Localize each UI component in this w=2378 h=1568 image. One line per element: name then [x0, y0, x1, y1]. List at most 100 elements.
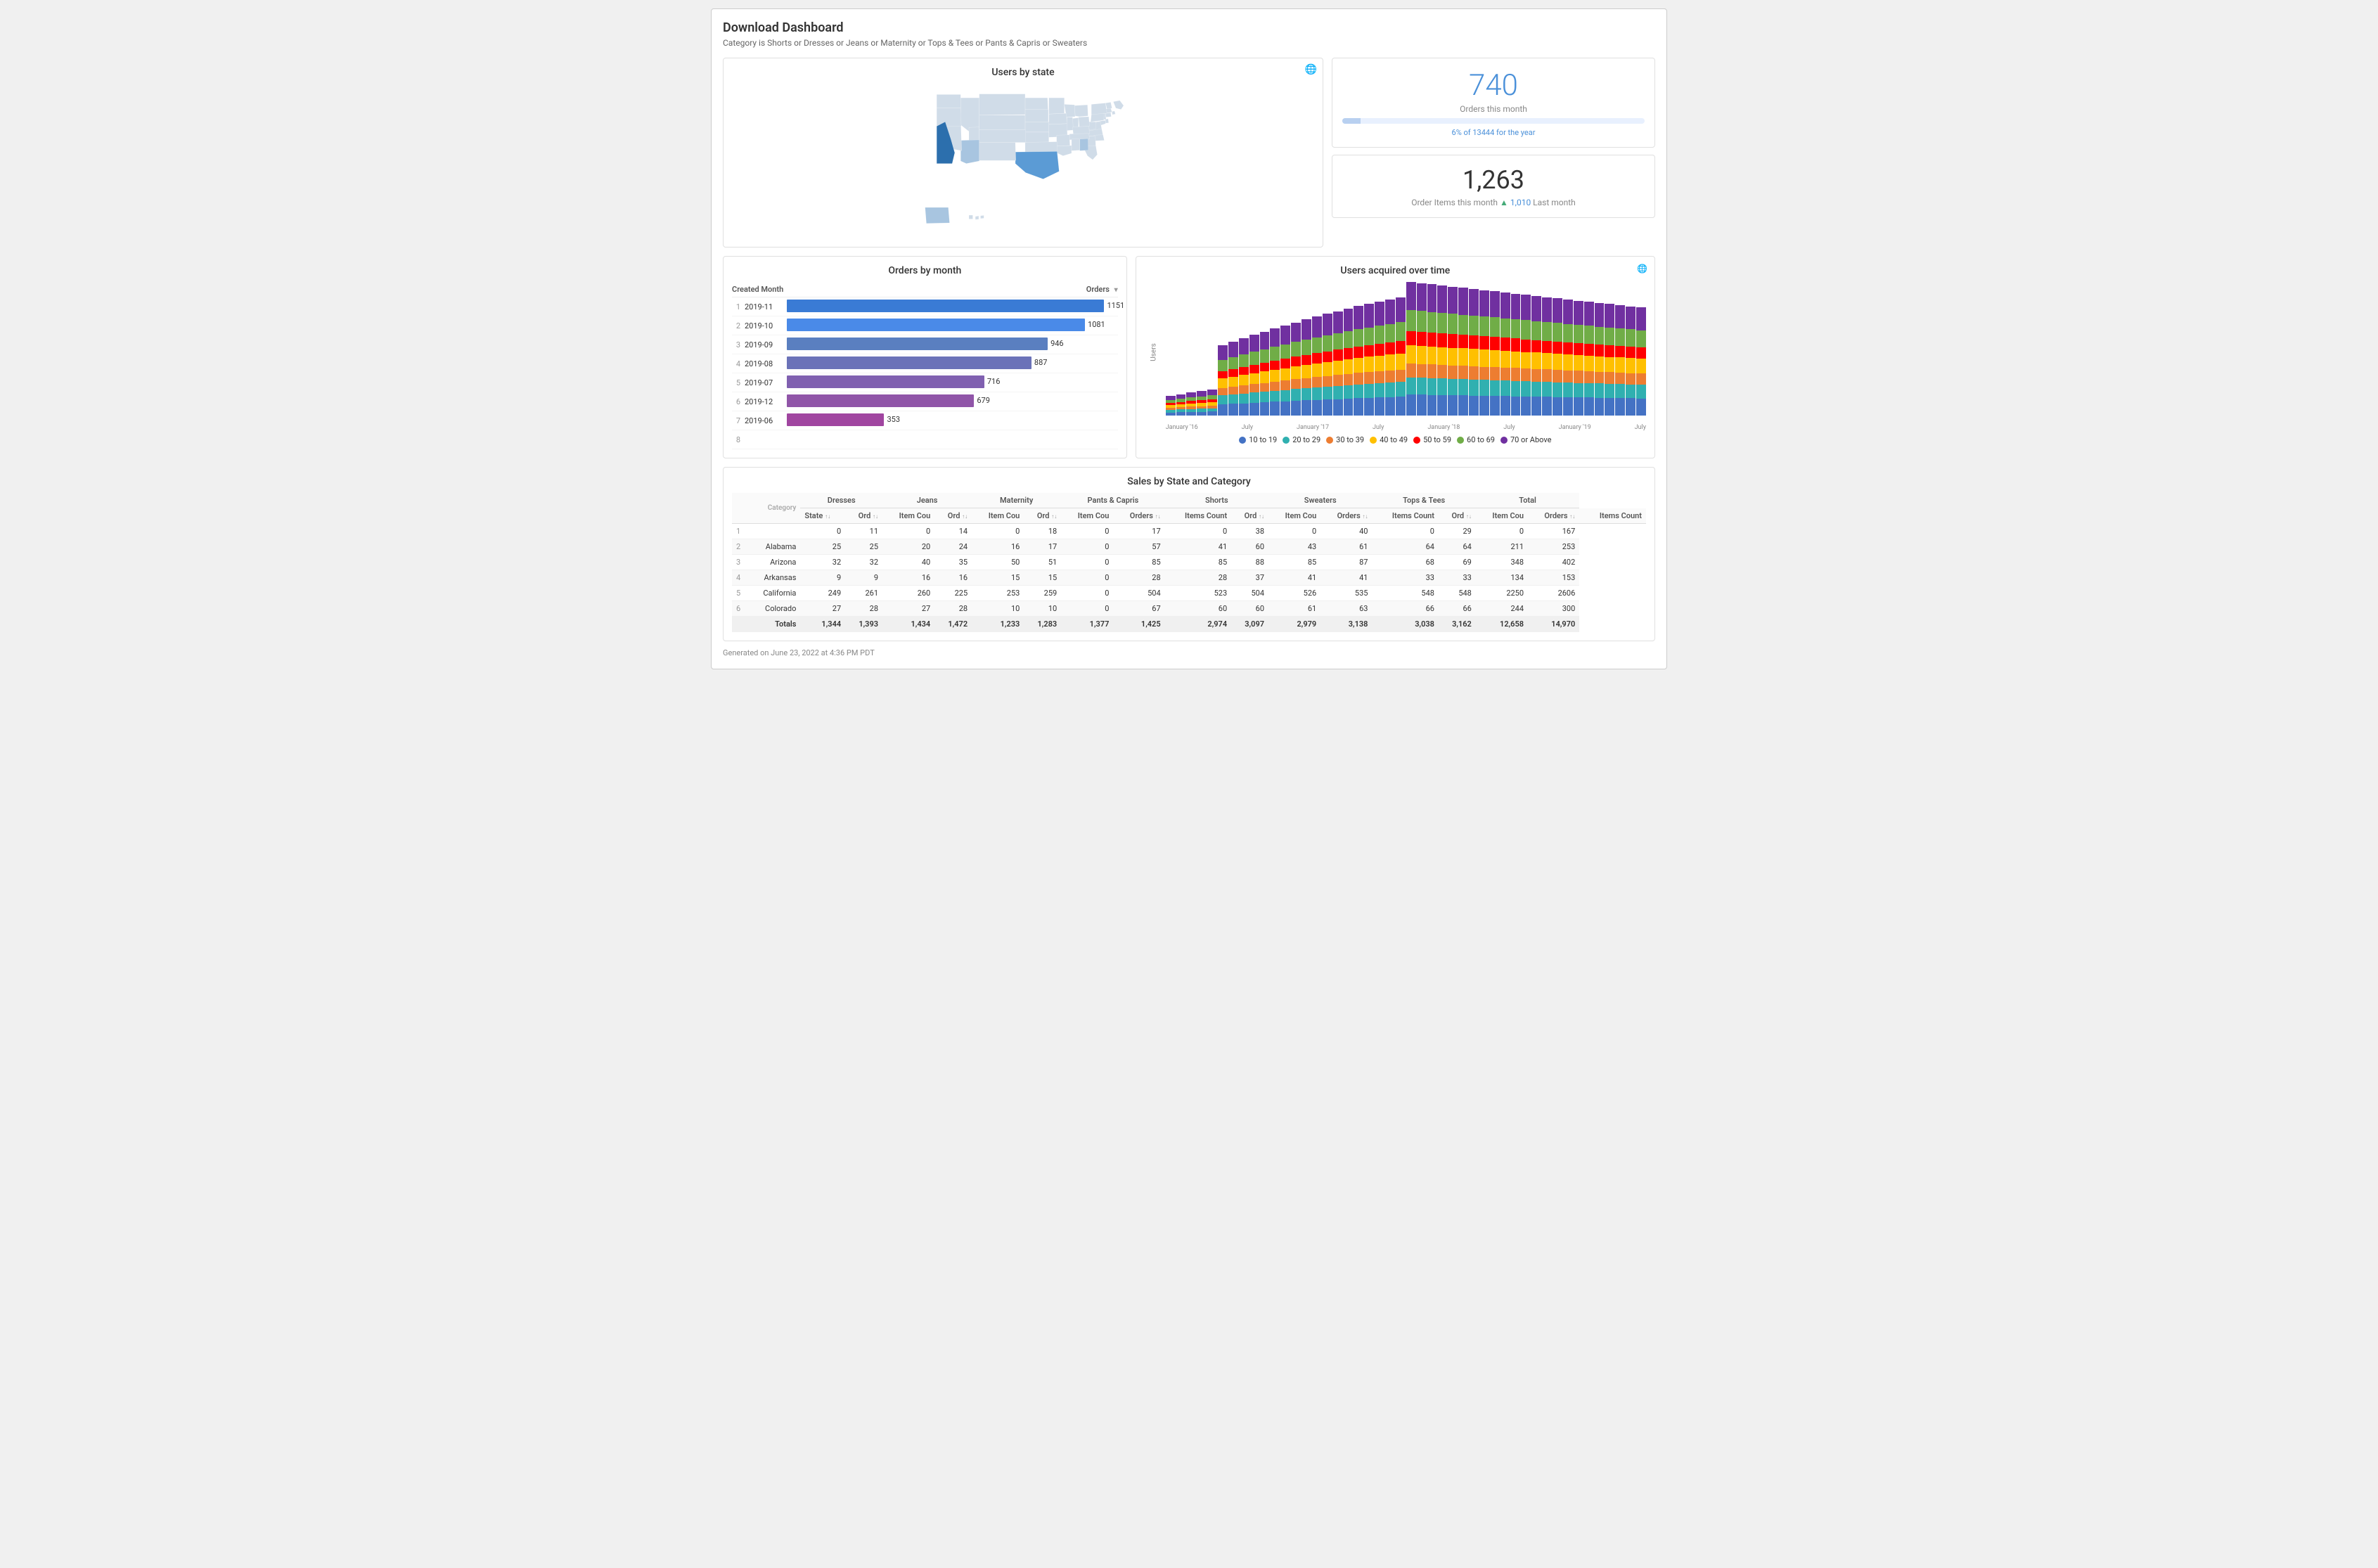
stacked-segment — [1563, 383, 1573, 397]
stacked-bar — [1417, 283, 1427, 416]
m-ord: 253 — [972, 586, 1024, 601]
tt-ord: 33 — [1372, 570, 1439, 586]
stacked-segment — [1469, 289, 1479, 316]
pc-ord: 0 — [1061, 539, 1113, 555]
stacked-segment — [1574, 397, 1583, 416]
bar-value: 716 — [987, 377, 1009, 386]
stacked-segment — [1375, 302, 1384, 326]
th-j-ord[interactable]: Ord ↑↓ — [934, 508, 972, 524]
bar-value: 1151 — [1107, 301, 1129, 310]
stacked-segment — [1270, 370, 1280, 382]
stacked-segment — [1490, 367, 1500, 380]
legend-dot — [1457, 437, 1464, 444]
m-ord: 0 — [972, 524, 1024, 539]
bar-row-bar-container — [787, 432, 1118, 446]
th-tot-ord[interactable]: Orders ↑↓ — [1528, 508, 1579, 524]
stacked-segment — [1270, 382, 1280, 391]
legend-label: 50 to 59 — [1423, 435, 1451, 444]
stacked-segment — [1291, 323, 1301, 342]
us-map — [732, 84, 1314, 238]
stacked-segment — [1521, 368, 1531, 381]
bar-row-bar-container: 946 — [787, 338, 1118, 352]
orders-year-label: 6% of 13444 for the year — [1342, 128, 1645, 137]
sort-icon[interactable]: ▾ — [1114, 286, 1118, 294]
stacked-segment — [1291, 366, 1301, 379]
stacked-segment — [1511, 319, 1521, 338]
stacked-segment — [1490, 350, 1500, 367]
legend-dot — [1413, 437, 1420, 444]
stacked-segment — [1333, 386, 1343, 399]
bar-row: 2 2019-10 1081 — [732, 316, 1118, 335]
stacked-segment — [1500, 319, 1510, 338]
th-shorts: Shorts — [1165, 493, 1268, 508]
pc-ord: 0 — [1061, 570, 1113, 586]
table-row: 3 Arizona 32 32 40 35 50 51 0 85 85 88 8… — [732, 555, 1646, 570]
th-tt-ord[interactable]: Ord ↑↓ — [1439, 508, 1476, 524]
stacked-segment — [1500, 338, 1510, 350]
tot-m-ord: 1,233 — [972, 617, 1024, 632]
stacked-bar — [1260, 332, 1270, 416]
stacked-segment — [1584, 397, 1594, 416]
stacked-segment — [1280, 359, 1290, 368]
bar-row-label: 2019-10 — [745, 321, 787, 330]
stacked-bar — [1166, 396, 1176, 416]
th-s-ic[interactable]: Item Cou — [1268, 508, 1320, 524]
stacked-segment — [1364, 345, 1374, 357]
stacked-segment — [1626, 347, 1635, 358]
stacked-segment — [1344, 309, 1354, 331]
stacked-segment — [1385, 383, 1395, 397]
s-ord: 41 — [1165, 539, 1232, 555]
th-j-ic[interactable]: Item Cou — [972, 508, 1024, 524]
stacked-segment — [1542, 382, 1552, 397]
stacked-segment — [1354, 398, 1363, 416]
legend-item: 10 to 19 — [1239, 435, 1277, 444]
globe-icon-2[interactable]: 🌐 — [1637, 264, 1647, 274]
th-s-ord[interactable]: Ord ↑↓ — [1231, 508, 1268, 524]
stacked-segment — [1333, 399, 1343, 416]
bar-value: 887 — [1034, 358, 1056, 367]
th-tot-ic[interactable]: Items Count — [1579, 508, 1646, 524]
th-tops-tees: Tops & Tees — [1372, 493, 1475, 508]
dashboard: Download Dashboard Category is Shorts or… — [711, 8, 1667, 669]
x-axis-label: January '19 — [1559, 424, 1591, 431]
tot-ord: 2250 — [1476, 586, 1528, 601]
th-m-ord[interactable]: Ord ↑↓ — [1024, 508, 1061, 524]
j-ord: 20 — [882, 539, 934, 555]
stacked-segment — [1312, 338, 1322, 353]
th-sw-ord[interactable]: Orders ↑↓ — [1320, 508, 1372, 524]
items-month-panel: 1,263 Order Items this month ▲ 1,010 Las… — [1332, 155, 1655, 218]
th-state[interactable]: State ↑↓ — [800, 508, 845, 524]
tt-ord: 64 — [1372, 539, 1439, 555]
bar-row-label: 2019-06 — [745, 416, 787, 425]
stacked-bar — [1302, 319, 1311, 416]
th-sw-ic[interactable]: Items Count — [1372, 508, 1439, 524]
stacked-segment — [1448, 287, 1458, 314]
stacked-segment — [1385, 342, 1395, 354]
stacked-segment — [1469, 380, 1479, 396]
stacked-segment — [1448, 366, 1458, 379]
sw-ord: 0 — [1268, 524, 1320, 539]
d-ic: 11 — [845, 524, 882, 539]
globe-icon[interactable]: 🌐 — [1305, 64, 1317, 75]
stacked-segment — [1218, 378, 1228, 388]
th-d-ord[interactable]: Ord ↑↓ — [845, 508, 882, 524]
tt-ord: 548 — [1372, 586, 1439, 601]
page-subtitle: Category is Shorts or Dresses or Jeans o… — [723, 38, 1655, 48]
orders-chart-table: Created Month Orders ▾ 1 2019-11 1151 2 … — [732, 282, 1118, 449]
sales-panel: Sales by State and Category Category Dre… — [723, 467, 1655, 641]
items-label: Order Items this month ▲ 1,010 Last mont… — [1342, 198, 1645, 207]
map-title: Users by state — [732, 67, 1314, 78]
th-pc-ord[interactable]: Orders ↑↓ — [1113, 508, 1164, 524]
legend-item: 60 to 69 — [1457, 435, 1495, 444]
th-tt-ic[interactable]: Item Cou — [1476, 508, 1528, 524]
stacked-segment — [1542, 297, 1552, 322]
stacked-segment — [1249, 384, 1259, 392]
th-pc-ic[interactable]: Items Count — [1165, 508, 1232, 524]
bar-row-bar-container: 1081 — [787, 319, 1118, 333]
stacked-segment — [1605, 398, 1614, 416]
th-m-ic[interactable]: Item Cou — [1061, 508, 1113, 524]
stacked-segment — [1626, 358, 1635, 373]
th-d-ic[interactable]: Item Cou — [882, 508, 934, 524]
stacked-bar — [1553, 298, 1562, 416]
m-ic: 18 — [1024, 524, 1061, 539]
